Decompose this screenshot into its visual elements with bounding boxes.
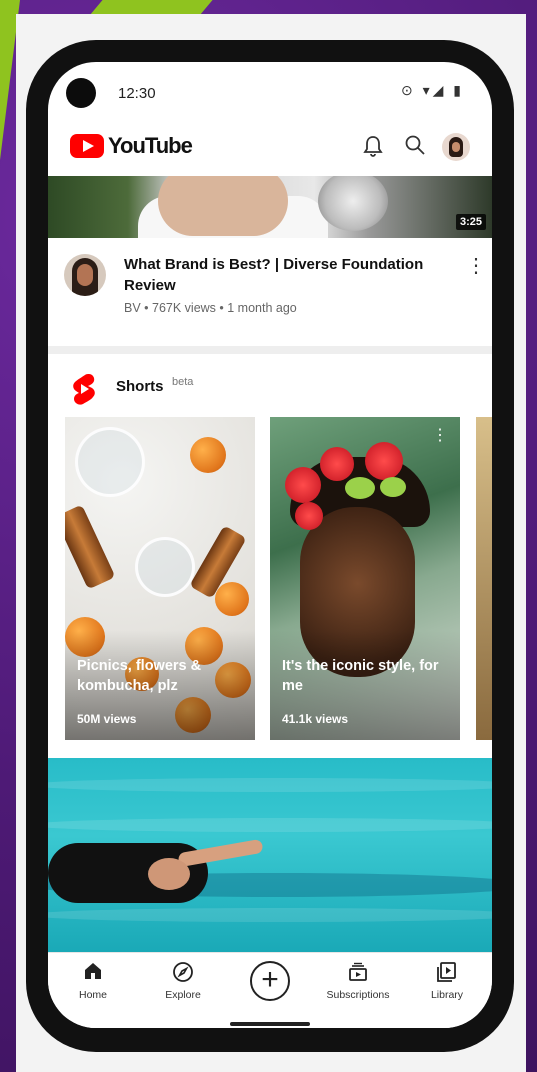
account-avatar[interactable]: [442, 133, 470, 161]
thumbnail-art: [365, 442, 403, 480]
home-indicator: [230, 1022, 310, 1026]
channel-avatar[interactable]: [64, 254, 106, 296]
thumbnail-art: [148, 858, 190, 890]
youtube-logo-icon[interactable]: [70, 134, 104, 158]
thumbnail-art: [177, 838, 264, 868]
thumbnail-art: [48, 908, 492, 922]
phone-screen: 12:30 ⊙ ▾◢ ▮ YouTube 3:25 What Brand is …: [48, 62, 492, 1028]
section-divider: [48, 346, 492, 354]
thumbnail-art: [190, 437, 226, 473]
bottom-navigation: Home Explore + Subscriptions Library: [48, 952, 492, 1028]
short-views: 50M views: [77, 712, 137, 726]
short-more-icon[interactable]: ⋮: [432, 425, 448, 445]
nav-label: Subscriptions: [326, 989, 390, 1001]
nav-item-subscriptions[interactable]: Subscriptions: [323, 961, 393, 1001]
thumbnail-art: [345, 477, 375, 499]
thumbnail-art: [320, 447, 354, 481]
nav-label: Library: [430, 989, 464, 1001]
notifications-bell-icon[interactable]: [360, 134, 386, 160]
video-thumbnail[interactable]: [48, 758, 492, 952]
nav-item-library[interactable]: Library: [412, 961, 482, 1001]
nav-item-home[interactable]: Home: [58, 961, 128, 1001]
short-card-partial[interactable]: [476, 417, 492, 740]
video-thumbnail[interactable]: 3:25: [48, 176, 492, 238]
thumbnail-art: [135, 537, 195, 597]
more-options-icon[interactable]: ⋮: [466, 256, 486, 276]
thumbnail-art: [48, 818, 492, 832]
nav-label: Explore: [165, 989, 201, 1001]
status-time: 12:30: [118, 85, 156, 102]
shorts-header: Shorts beta: [48, 354, 492, 416]
short-views: 41.1k views: [282, 712, 349, 726]
compass-icon: [171, 961, 195, 985]
shorts-logo-icon: [73, 374, 95, 405]
thumbnail-art: [285, 467, 321, 503]
thumbnail-art: [295, 502, 323, 530]
thumbnail-art: [75, 427, 145, 497]
short-title: It's the iconic style, for me: [282, 658, 439, 694]
app-header: YouTube: [48, 120, 492, 176]
video-meta[interactable]: What Brand is Best? | Diverse Foundation…: [48, 238, 492, 346]
short-title: Picnics, flowers & kombucha, plz: [77, 658, 202, 694]
status-bar: 12:30 ⊙ ▾◢ ▮: [48, 62, 492, 120]
thumbnail-art: [318, 176, 388, 231]
video-subtitle: BV • 767K views • 1 month ago: [124, 301, 297, 315]
nav-label: Home: [78, 989, 107, 1001]
search-icon[interactable]: [402, 134, 428, 160]
video-duration-badge: 3:25: [455, 214, 486, 230]
front-camera: [66, 78, 96, 108]
youtube-logo-text[interactable]: YouTube: [108, 133, 193, 159]
library-icon: [435, 961, 459, 985]
nav-item-explore[interactable]: Explore: [148, 961, 218, 1001]
status-icons: ⊙ ▾◢ ▮: [400, 82, 464, 98]
shorts-title: Shorts: [116, 378, 164, 395]
thumbnail-art: [48, 778, 492, 792]
thumbnail-art: [65, 504, 116, 590]
short-card[interactable]: ⋮ It's the iconic style, for me 41.1k vi…: [270, 417, 460, 740]
short-card[interactable]: Picnics, flowers & kombucha, plz 50M vie…: [65, 417, 255, 740]
video-title[interactable]: What Brand is Best? | Diverse Foundation…: [124, 254, 454, 296]
shorts-beta-badge: beta: [172, 376, 194, 388]
thumbnail-art: [158, 176, 288, 236]
thumbnail-art: [215, 582, 249, 616]
home-icon: [81, 961, 105, 985]
create-button[interactable]: +: [250, 961, 290, 1001]
thumbnail-art: [380, 477, 406, 497]
subscriptions-icon: [346, 961, 370, 985]
